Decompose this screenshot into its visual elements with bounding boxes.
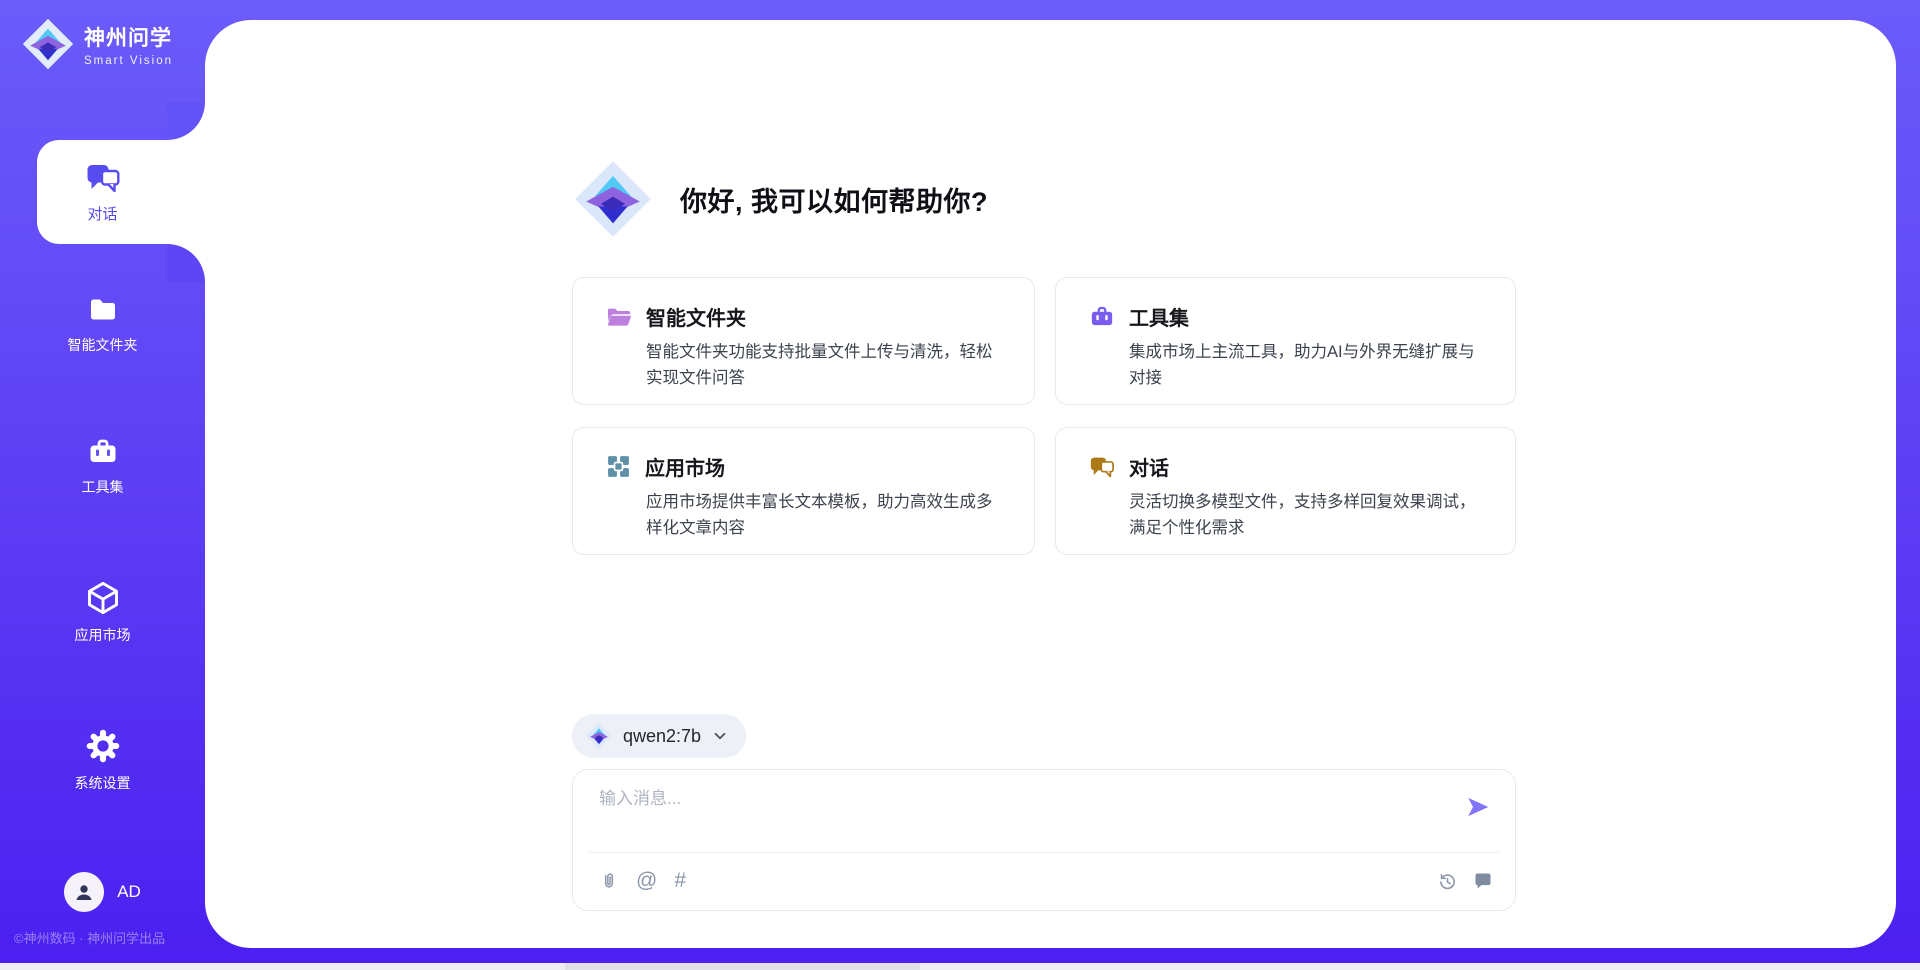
brand-name: 神州问学 [84,22,173,52]
briefcase-icon [87,436,119,468]
person-icon [72,880,96,904]
model-name: qwen2:7b [623,726,701,747]
folder-icon [87,294,119,326]
apps-grid-icon [606,454,631,479]
sidebar-footer: ©神州数码 · 神州问学出品 [14,928,214,947]
diamond-logo-icon [22,18,74,70]
mention-icon[interactable]: @ [636,869,657,893]
user-initials: AD [117,882,141,902]
chat-bubbles-icon [1089,454,1115,480]
diamond-logo-icon [574,160,652,238]
card-title: 工具集 [1129,302,1189,331]
model-selector[interactable]: qwen2:7b [572,714,746,758]
gear-icon [85,728,121,764]
brand-subtitle: Smart Vision [84,55,173,67]
greeting-title: 你好, 我可以如何帮助你? [680,180,988,219]
feature-cards: 智能文件夹 智能文件夹功能支持批量文件上传与清洗，轻松实现文件问答 工具集 集成… [572,277,1516,555]
chat-bubbles-icon [85,160,121,196]
composer-toolbar: @ # [599,862,1493,900]
card-description: 灵活切换多模型文件，支持多样回复效果调试，满足个性化需求 [1129,489,1485,541]
sidebar-item-folders[interactable]: 智能文件夹 [0,294,205,355]
history-icon[interactable] [1437,871,1458,892]
hashtag-icon[interactable]: # [674,869,686,893]
card-app-market[interactable]: 应用市场 应用市场提供丰富长文本模板，助力高效生成多样化文章内容 [572,427,1035,555]
card-smart-folder[interactable]: 智能文件夹 智能文件夹功能支持批量文件上传与清洗，轻松实现文件问答 [572,277,1035,405]
sidebar-item-settings[interactable]: 系统设置 [0,728,205,793]
card-chat[interactable]: 对话 灵活切换多模型文件，支持多样回复效果调试，满足个性化需求 [1055,427,1516,555]
card-description: 智能文件夹功能支持批量文件上传与清洗，轻松实现文件问答 [646,339,1004,391]
card-title: 对话 [1129,452,1169,481]
sidebar-item-market[interactable]: 应用市场 [0,580,205,645]
brand-logo: 神州问学 Smart Vision [22,18,173,70]
card-toolset[interactable]: 工具集 集成市场上主流工具，助力AI与外界无缝扩展与对接 [1055,277,1516,405]
horizontal-scrollbar[interactable] [0,963,1920,970]
folder-open-icon [606,305,632,329]
card-title: 智能文件夹 [646,302,746,331]
tab-fillet-top [167,102,205,140]
send-icon[interactable] [1465,794,1491,820]
card-description: 应用市场提供丰富长文本模板，助力高效生成多样化文章内容 [646,489,1004,541]
sidebar-item-tools[interactable]: 工具集 [0,436,205,497]
sidebar-item-label: 工具集 [82,477,124,497]
message-input[interactable] [599,784,1449,846]
avatar [64,872,104,912]
message-composer: @ # [572,769,1516,911]
attachment-icon[interactable] [599,870,619,892]
chat-square-icon[interactable] [1473,871,1493,891]
sidebar-item-label: 应用市场 [75,625,131,645]
sidebar-item-label: 对话 [87,203,117,224]
chevron-down-icon [712,728,728,744]
scrollbar-thumb[interactable] [565,963,920,970]
card-description: 集成市场上主流工具，助力AI与外界无缝扩展与对接 [1129,339,1485,391]
card-title: 应用市场 [645,452,725,481]
sidebar-item-label: 系统设置 [75,773,131,793]
cube-icon [85,580,121,616]
diamond-logo-icon [586,723,612,749]
greeting-block: 你好, 我可以如何帮助你? [574,160,988,238]
tab-fillet-bottom [167,244,205,282]
sidebar-item-chat[interactable]: 对话 [0,140,205,244]
app-root: 神州问学 Smart Vision 对话 智能文件夹 [0,0,1920,970]
user-profile[interactable]: AD [0,872,205,912]
composer-divider [589,852,1499,853]
briefcase-icon [1089,304,1115,330]
sidebar-item-label: 智能文件夹 [68,335,138,355]
